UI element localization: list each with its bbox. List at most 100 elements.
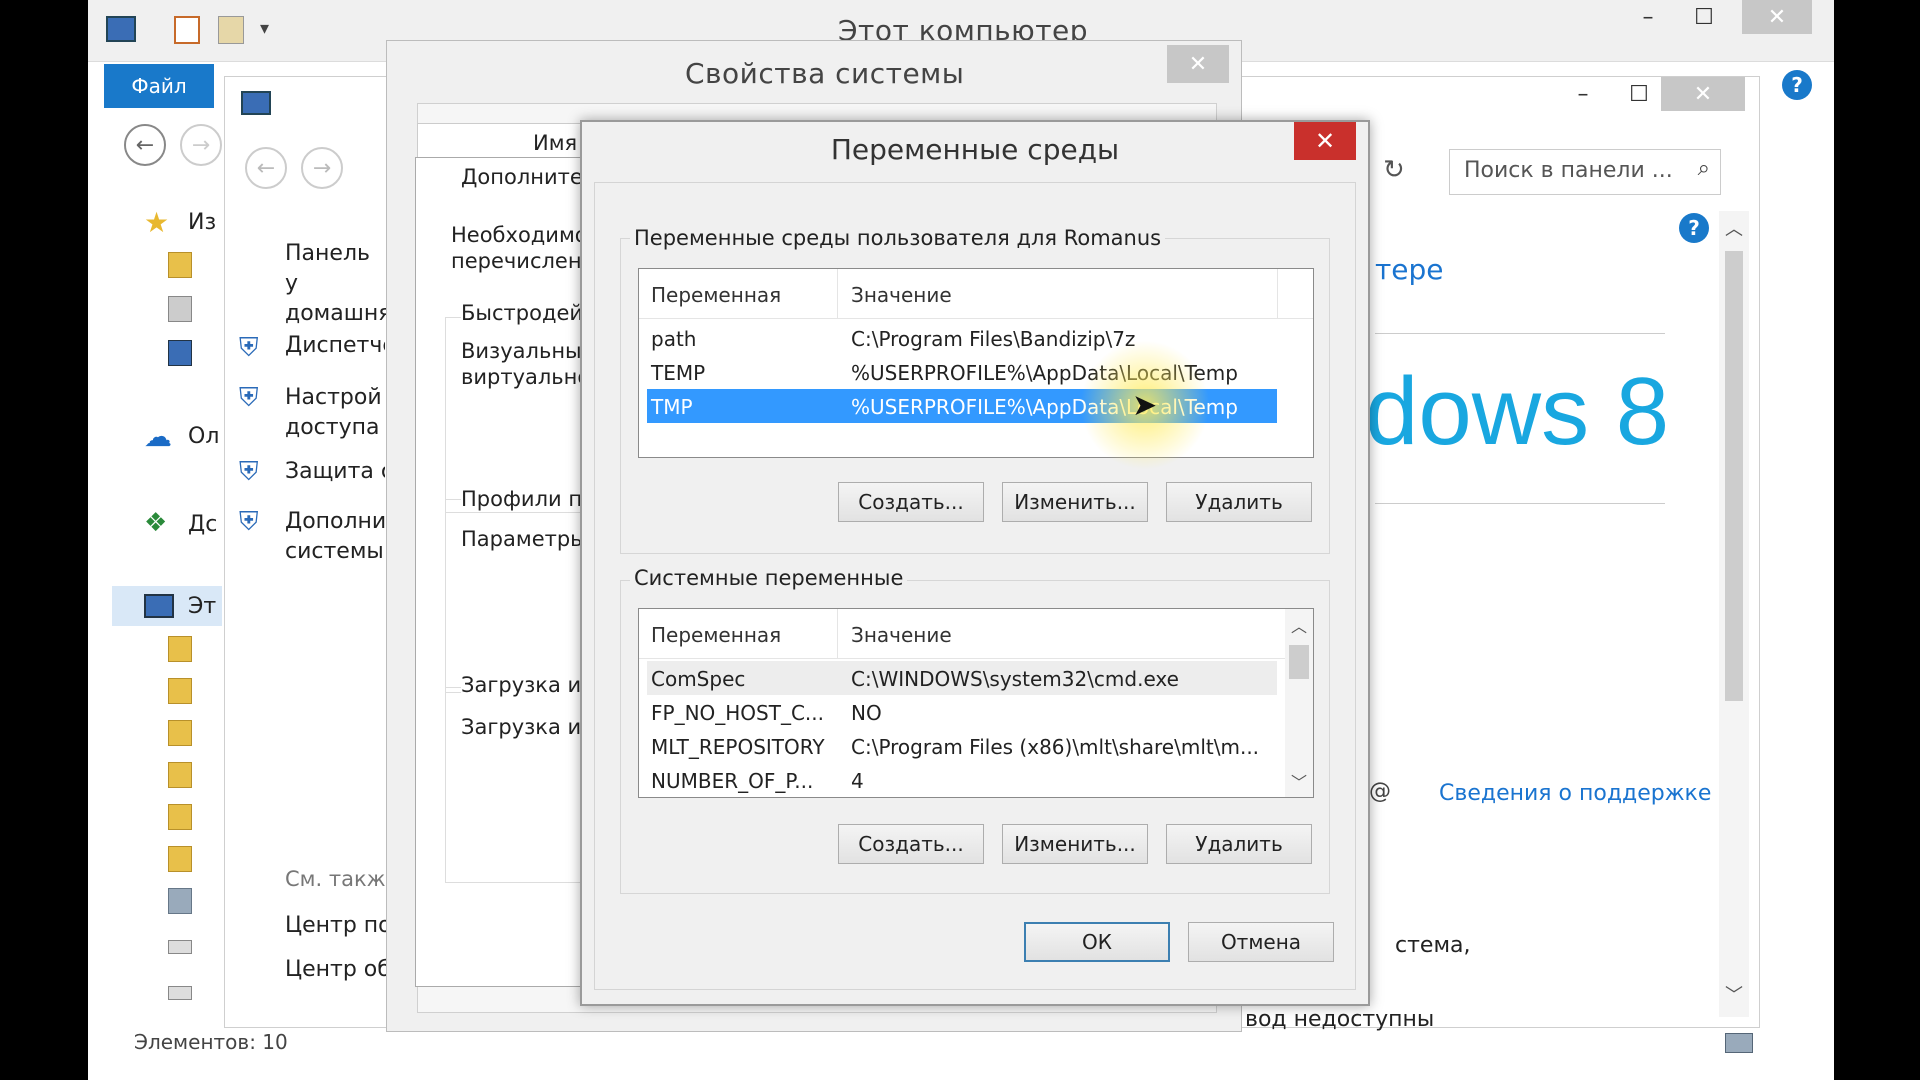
user-delete-button[interactable]: Удалить — [1166, 482, 1312, 522]
minimize-button[interactable]: – — [1555, 77, 1611, 111]
system-vars-list[interactable]: Переменная Значение ComSpec C:\WINDOWS\s… — [638, 608, 1314, 798]
shield-icon: ⛨ — [239, 507, 259, 537]
at-symbol: @ — [1369, 779, 1391, 804]
user-vars-list[interactable]: Переменная Значение path C:\Program File… — [638, 268, 1314, 458]
sp-text-3: Визуальны — [461, 339, 582, 363]
user-edit-button[interactable]: Изменить... — [1002, 482, 1148, 522]
var-name: path — [651, 327, 697, 351]
computer-icon — [106, 16, 136, 42]
shield-icon: ⛨ — [239, 457, 259, 487]
close-button[interactable]: ✕ — [1661, 77, 1745, 111]
close-button[interactable]: ✕ — [1294, 122, 1356, 160]
help-icon[interactable]: ? — [1782, 70, 1812, 100]
scrollbar[interactable]: ︿ ﹀ — [1719, 211, 1749, 1017]
folder-icon — [168, 296, 192, 322]
windows-logo: dows 8 — [1365, 358, 1670, 465]
table-row-selected[interactable]: TMP %USERPROFILE%\AppData\Local\Temp — [647, 389, 1277, 423]
nav-item-onedrive[interactable]: Ол — [188, 424, 219, 449]
nav-item-favorites[interactable]: Из — [188, 210, 216, 235]
file-tab[interactable]: Файл — [104, 64, 214, 108]
see-also-link-1[interactable]: Центр по — [285, 913, 392, 938]
forward-arrow-icon[interactable]: → — [180, 124, 222, 166]
sp-text-8: Загрузка и — [461, 715, 582, 739]
ok-button[interactable]: ОК — [1024, 922, 1170, 962]
quick-access-dropdown-icon[interactable]: ▾ — [260, 18, 269, 39]
column-divider — [837, 269, 838, 319]
performance-label: Быстродей — [461, 301, 584, 325]
system-edit-button[interactable]: Изменить... — [1002, 824, 1148, 864]
divider — [1375, 503, 1665, 504]
search-placeholder: Поиск в панели ... — [1464, 158, 1673, 183]
close-button[interactable]: ✕ — [1742, 0, 1812, 34]
scrollbar-thumb[interactable] — [1289, 645, 1309, 679]
var-name: NUMBER_OF_P... — [651, 769, 814, 793]
system-delete-button[interactable]: Удалить — [1166, 824, 1312, 864]
sp-text-6: Параметры — [461, 527, 587, 551]
support-info-link[interactable]: Сведения о поддержке — [1439, 781, 1711, 806]
cp-task-protection[interactable]: Защита с — [285, 459, 385, 484]
folder-icon — [168, 720, 192, 746]
column-divider — [1277, 269, 1278, 319]
column-header-value[interactable]: Значение — [851, 283, 952, 307]
help-icon[interactable]: ? — [1679, 213, 1709, 243]
refresh-icon[interactable]: ↻ — [1383, 155, 1405, 185]
cp-task-home[interactable]: Панель у домашня — [285, 239, 392, 329]
see-also-label: См. такж — [285, 867, 386, 891]
shield-icon: ⛨ — [239, 383, 259, 413]
system-new-button[interactable]: Создать... — [838, 824, 984, 864]
nav-item-homegroup[interactable]: Дс — [188, 512, 217, 537]
var-value: C:\WINDOWS\system32\cmd.exe — [851, 667, 1179, 691]
forward-arrow-icon[interactable]: → — [301, 147, 343, 189]
new-folder-icon[interactable] — [218, 16, 244, 44]
nav-item-this-pc[interactable]: Эт — [188, 594, 216, 619]
cp-task-advanced[interactable]: Дополни системы — [285, 507, 386, 567]
table-row[interactable]: path C:\Program Files\Bandizip\7z — [647, 321, 1277, 355]
cancel-button[interactable]: Отмена — [1188, 922, 1334, 962]
user-new-button[interactable]: Создать... — [838, 482, 984, 522]
var-value: NO — [851, 701, 882, 725]
startup-label: Загрузка и — [461, 673, 582, 697]
close-button[interactable]: ✕ — [1167, 45, 1229, 83]
var-value: %USERPROFILE%\AppData\Local\Temp — [851, 361, 1238, 385]
var-value: 4 — [851, 769, 864, 793]
var-value: C:\Program Files\Bandizip\7z — [851, 327, 1136, 351]
system-vars-label: Системные переменные — [630, 566, 908, 590]
list-scrollbar[interactable]: ︿ ﹀ — [1285, 609, 1313, 797]
scroll-down-arrow-icon[interactable]: ﹀ — [1725, 981, 1743, 1007]
table-row[interactable]: FP_NO_HOST_C... NO — [647, 695, 1277, 729]
user-vars-label: Переменные среды пользователя для Romanu… — [630, 226, 1166, 250]
var-name: TEMP — [651, 361, 706, 385]
text-fragment: стема, — [1395, 933, 1471, 958]
column-header-value[interactable]: Значение — [851, 623, 952, 647]
mouse-cursor-icon: ➤ — [1132, 388, 1158, 423]
minimize-button[interactable]: – — [1620, 0, 1676, 34]
properties-icon[interactable] — [174, 16, 200, 44]
drive-icon — [168, 986, 192, 1000]
scrollbar-thumb[interactable] — [1725, 251, 1743, 701]
cp-task-device-manager[interactable]: Диспетче — [285, 333, 385, 358]
back-arrow-icon[interactable]: ← — [245, 147, 287, 189]
scroll-down-arrow-icon[interactable]: ﹀ — [1291, 769, 1307, 793]
sp-text-2: перечислен — [451, 249, 582, 273]
scroll-up-arrow-icon[interactable]: ︿ — [1291, 613, 1307, 637]
maximize-button[interactable]: ☐ — [1611, 77, 1667, 111]
table-row[interactable]: MLT_REPOSITORY C:\Program Files (x86)\ml… — [647, 729, 1277, 763]
details-view-icon[interactable] — [1725, 1033, 1753, 1053]
back-arrow-icon[interactable]: ← — [124, 124, 166, 166]
env-dialog-title: Переменные среды — [830, 133, 1120, 166]
column-header-variable[interactable]: Переменная — [651, 623, 781, 647]
list-header: Переменная Значение — [639, 609, 1313, 659]
sysprops-title: Свойства системы — [685, 57, 965, 90]
scroll-up-arrow-icon[interactable]: ︿ — [1725, 215, 1743, 241]
favorites-star-icon: ★ — [144, 206, 170, 239]
cp-task-remote[interactable]: Настрой доступа — [285, 383, 385, 443]
search-input[interactable]: Поиск в панели ... ⌕ — [1449, 149, 1721, 195]
maximize-button[interactable]: ☐ — [1676, 0, 1732, 34]
var-value: C:\Program Files (x86)\mlt\share\mlt\m..… — [851, 735, 1260, 759]
tab-advanced[interactable]: Дополнител — [461, 165, 596, 189]
table-row[interactable]: TEMP %USERPROFILE%\AppData\Local\Temp — [647, 355, 1277, 389]
see-also-link-2[interactable]: Центр об — [285, 957, 391, 982]
table-row[interactable]: ComSpec C:\WINDOWS\system32\cmd.exe — [647, 661, 1277, 695]
table-row[interactable]: NUMBER_OF_P... 4 — [647, 763, 1277, 797]
column-header-variable[interactable]: Переменная — [651, 283, 781, 307]
